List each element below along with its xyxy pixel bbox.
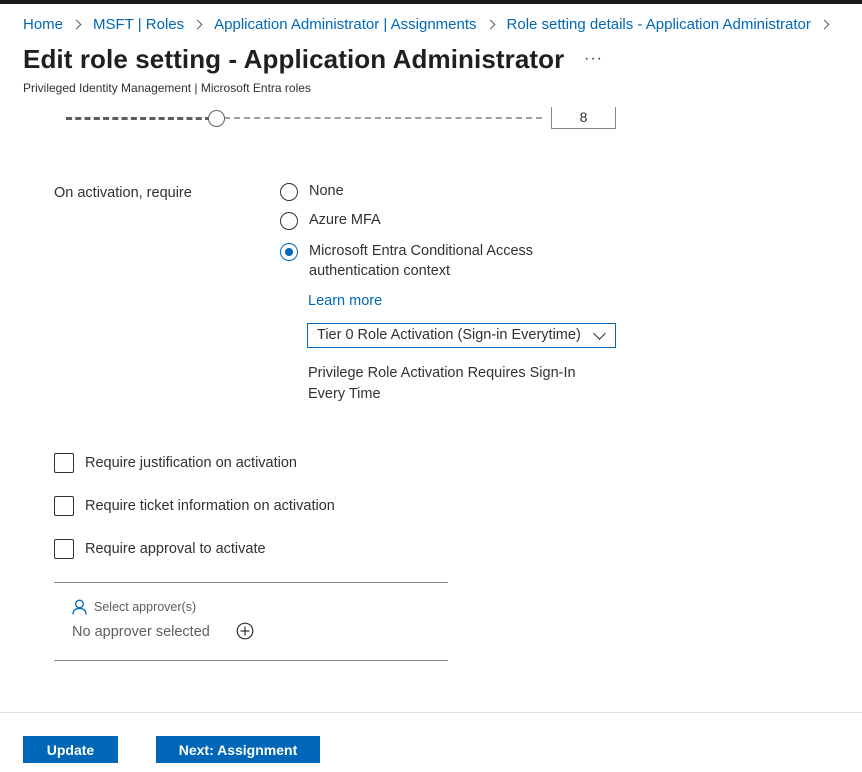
require-justification-checkbox[interactable]: Require justification on activation bbox=[54, 453, 297, 473]
dropdown-selected-value: Tier 0 Role Activation (Sign-in Everytim… bbox=[317, 327, 581, 343]
radio-none[interactable]: None bbox=[280, 183, 344, 201]
more-icon[interactable]: ··· bbox=[584, 50, 603, 68]
authentication-context-description: Privilege Role Activation Requires Sign-… bbox=[308, 365, 576, 402]
radio-label: Microsoft Entra Conditional Access authe… bbox=[309, 243, 534, 279]
footer-divider bbox=[0, 712, 862, 713]
radio-conditional-access[interactable]: Microsoft Entra Conditional Access authe… bbox=[280, 243, 549, 281]
duration-hours-input[interactable]: 8 bbox=[551, 107, 616, 129]
top-bar bbox=[0, 0, 862, 4]
radio-label: Azure MFA bbox=[309, 212, 381, 228]
chevron-right-icon bbox=[486, 19, 496, 29]
slider-track-empty bbox=[224, 117, 542, 119]
breadcrumb-home[interactable]: Home bbox=[23, 16, 63, 33]
select-approvers-label: Select approver(s) bbox=[94, 600, 197, 614]
page-subtitle: Privileged Identity Management | Microso… bbox=[23, 81, 311, 95]
no-approver-text: No approver selected bbox=[72, 624, 210, 640]
breadcrumb: Home MSFT | Roles Application Administra… bbox=[23, 14, 841, 34]
checkbox-label: Require ticket information on activation bbox=[85, 498, 335, 514]
update-button[interactable]: Update bbox=[23, 736, 118, 763]
checkbox[interactable] bbox=[54, 453, 74, 473]
chevron-right-icon bbox=[193, 19, 203, 29]
authentication-context-dropdown[interactable]: Tier 0 Role Activation (Sign-in Everytim… bbox=[307, 323, 616, 348]
approver-selector-header[interactable]: Select approver(s) bbox=[72, 599, 196, 615]
slider-thumb[interactable] bbox=[208, 110, 225, 127]
learn-more-link[interactable]: Learn more bbox=[308, 293, 382, 309]
radio-azure-mfa[interactable]: Azure MFA bbox=[280, 212, 381, 230]
next-assignment-button[interactable]: Next: Assignment bbox=[156, 736, 320, 763]
activation-requirement-label: On activation, require bbox=[54, 185, 192, 201]
require-ticket-checkbox[interactable]: Require ticket information on activation bbox=[54, 496, 335, 516]
chevron-right-icon bbox=[820, 19, 830, 29]
radio-button[interactable] bbox=[280, 183, 298, 201]
breadcrumb-role-setting-details[interactable]: Role setting details - Application Admin… bbox=[507, 16, 811, 33]
person-icon bbox=[72, 599, 87, 615]
require-approval-checkbox[interactable]: Require approval to activate bbox=[54, 539, 266, 559]
divider bbox=[54, 660, 448, 661]
checkbox[interactable] bbox=[54, 539, 74, 559]
radio-button[interactable] bbox=[280, 212, 298, 230]
slider-track-filled bbox=[66, 117, 211, 120]
page-title: Edit role setting - Application Administ… bbox=[23, 44, 565, 74]
breadcrumb-assignments[interactable]: Application Administrator | Assignments bbox=[214, 16, 476, 33]
add-circle-icon[interactable] bbox=[236, 622, 254, 640]
radio-button-selected[interactable] bbox=[280, 243, 298, 261]
checkbox[interactable] bbox=[54, 496, 74, 516]
radio-label: None bbox=[309, 183, 344, 199]
activation-duration-slider[interactable] bbox=[66, 109, 542, 127]
divider bbox=[54, 582, 448, 583]
chevron-right-icon bbox=[72, 19, 82, 29]
chevron-down-icon bbox=[593, 327, 606, 340]
checkbox-label: Require justification on activation bbox=[85, 455, 297, 471]
breadcrumb-roles[interactable]: MSFT | Roles bbox=[93, 16, 184, 33]
checkbox-label: Require approval to activate bbox=[85, 541, 266, 557]
